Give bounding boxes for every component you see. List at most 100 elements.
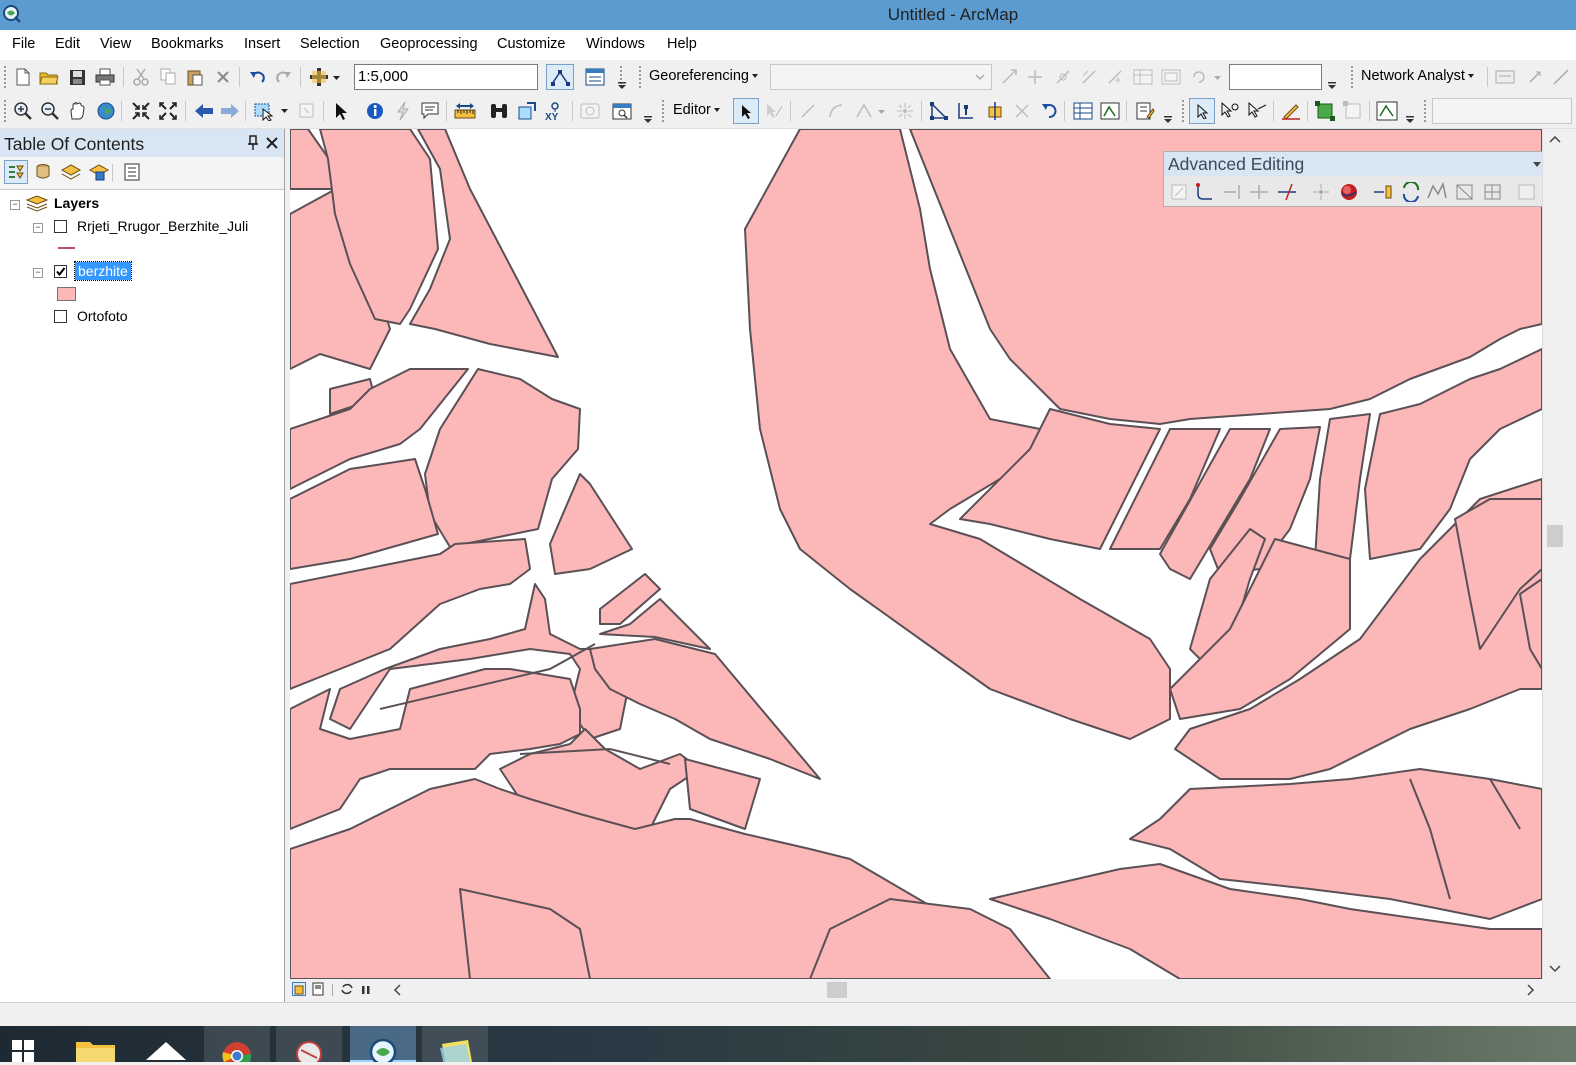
- align-edge-pencil-icon[interactable]: [1280, 100, 1302, 122]
- layer-visibility-checkbox[interactable]: [54, 220, 67, 233]
- new-document-icon[interactable]: [12, 66, 34, 88]
- explode-multipart-icon[interactable]: [1310, 181, 1332, 203]
- menu-file[interactable]: File: [12, 36, 35, 52]
- data-view-button-icon[interactable]: [292, 982, 306, 996]
- create-features-icon[interactable]: [1134, 100, 1156, 122]
- toolbar-grip[interactable]: [1351, 66, 1356, 88]
- collapse-layers-toggle[interactable]: −: [10, 200, 20, 210]
- straight-segment-icon[interactable]: [797, 100, 819, 122]
- list-by-selection-icon[interactable]: [88, 162, 110, 184]
- reshape-edge-icon[interactable]: [1246, 100, 1268, 122]
- clear-selection-icon[interactable]: [296, 100, 318, 122]
- html-popup-icon[interactable]: [419, 100, 441, 122]
- rotate-icon[interactable]: [998, 66, 1020, 88]
- undo-icon[interactable]: [246, 66, 268, 88]
- shift-icon[interactable]: [1024, 66, 1046, 88]
- find-route-icon[interactable]: [516, 100, 538, 122]
- auto-adjust-icon[interactable]: [1188, 66, 1224, 88]
- attributes-icon[interactable]: [1072, 100, 1094, 122]
- add-data-icon[interactable]: [306, 66, 342, 88]
- table-of-contents-icon[interactable]: [584, 66, 606, 88]
- georeferencing-input[interactable]: [1229, 64, 1322, 90]
- edit-tool-arrow-icon[interactable]: [733, 98, 759, 124]
- delete-icon[interactable]: [212, 66, 234, 88]
- toolbar-options-icon[interactable]: [1162, 114, 1174, 126]
- split-tool-icon[interactable]: [1011, 100, 1033, 122]
- toolbar-options-icon[interactable]: [642, 114, 654, 126]
- line-intersection-icon[interactable]: [1276, 181, 1298, 203]
- menu-geoprocessing[interactable]: Geoprocessing: [380, 36, 478, 52]
- view-link-table-icon[interactable]: [1132, 66, 1154, 88]
- chrome-taskbar-icon[interactable]: [204, 1026, 270, 1065]
- toc-options-icon[interactable]: [122, 162, 144, 184]
- menu-help[interactable]: Help: [667, 36, 697, 52]
- identify-icon[interactable]: [364, 100, 386, 122]
- cut-icon[interactable]: [130, 66, 152, 88]
- generalize-icon[interactable]: [1426, 181, 1448, 203]
- create-viewer-window-icon[interactable]: [612, 100, 634, 122]
- trim-tool-icon[interactable]: [1248, 181, 1270, 203]
- layers-root-label[interactable]: Layers: [54, 195, 99, 211]
- end-point-arc-icon[interactable]: [825, 100, 847, 122]
- layout-view-button-icon[interactable]: [312, 982, 326, 996]
- topology-errors-icon[interactable]: [1376, 100, 1398, 122]
- construction-tools-icon[interactable]: [853, 100, 889, 122]
- topology-edit-tool-icon[interactable]: [1189, 98, 1215, 124]
- scroll-up-arrow-icon[interactable]: [1549, 135, 1561, 143]
- select-elements-arrow-icon[interactable]: [330, 100, 352, 122]
- zoom-out-icon[interactable]: [39, 100, 61, 122]
- toolbar-grip[interactable]: [4, 100, 9, 122]
- sketch-properties-icon[interactable]: [1099, 100, 1121, 122]
- paste-icon[interactable]: [184, 66, 206, 88]
- move-network-location-icon[interactable]: [1550, 66, 1572, 88]
- pan-hand-icon[interactable]: [66, 100, 88, 122]
- select-link-icon[interactable]: [1078, 66, 1100, 88]
- scroll-down-arrow-icon[interactable]: [1549, 965, 1561, 973]
- close-panel-icon[interactable]: [265, 136, 279, 150]
- print-icon[interactable]: [94, 66, 116, 88]
- topology-combo[interactable]: [1432, 98, 1572, 124]
- replace-geometry-icon[interactable]: [1400, 181, 1422, 203]
- menu-bookmarks[interactable]: Bookmarks: [151, 36, 224, 52]
- smooth-icon[interactable]: [1454, 181, 1476, 203]
- map-scale-combo[interactable]: 1:5,000: [354, 64, 538, 90]
- start-button[interactable]: [0, 1026, 48, 1062]
- copy-features-tool-icon[interactable]: [1168, 181, 1190, 203]
- parcel[interactable]: [1314, 413, 1371, 560]
- pause-drawing-icon[interactable]: [361, 983, 371, 995]
- horizontal-scroll-thumb[interactable]: [827, 982, 847, 998]
- construct-geodetic-icon[interactable]: [1338, 181, 1360, 203]
- cut-polygons-icon[interactable]: [984, 100, 1006, 122]
- toolbar-options-icon[interactable]: [1326, 80, 1338, 92]
- open-folder-icon[interactable]: [38, 66, 60, 88]
- vertical-scroll-thumb[interactable]: [1547, 525, 1563, 547]
- line-symbol-swatch[interactable]: [58, 247, 75, 249]
- arccatalog-taskbar-icon[interactable]: [276, 1026, 342, 1065]
- map-topology-icon[interactable]: [1314, 100, 1336, 122]
- refresh-view-icon[interactable]: [340, 982, 354, 996]
- rectangle-split-icon[interactable]: [1482, 181, 1504, 203]
- parcel[interactable]: [549, 473, 633, 575]
- viewer-icon[interactable]: [1160, 66, 1182, 88]
- save-icon[interactable]: [66, 66, 88, 88]
- map-display[interactable]: .pa{fill:#fcb8b8;stroke:#5a5055;stroke-w…: [290, 129, 1542, 979]
- time-slider-icon[interactable]: [579, 100, 601, 122]
- go-back-arrow-icon[interactable]: [193, 100, 215, 122]
- measure-ruler-icon[interactable]: [454, 100, 476, 122]
- redo-icon[interactable]: [273, 66, 295, 88]
- editor-toolbar-toggle-icon[interactable]: [546, 64, 574, 90]
- network-dataset-icon[interactable]: [1494, 66, 1516, 88]
- menu-selection[interactable]: Selection: [300, 36, 360, 52]
- list-by-visibility-icon[interactable]: [60, 162, 82, 184]
- modify-edge-icon[interactable]: [1219, 100, 1241, 122]
- network-analyst-menu[interactable]: Network Analyst: [1361, 68, 1474, 84]
- go-forward-arrow-icon[interactable]: [219, 100, 241, 122]
- zoom-to-link-icon[interactable]: [1104, 66, 1126, 88]
- full-extent-globe-icon[interactable]: [95, 100, 117, 122]
- arcmap-taskbar-icon[interactable]: [350, 1026, 416, 1065]
- edit-annotation-tool-icon[interactable]: [763, 100, 785, 122]
- find-binoculars-icon[interactable]: [488, 100, 510, 122]
- scroll-left-arrow-icon[interactable]: [393, 984, 401, 996]
- create-features-from-layer-icon[interactable]: [1516, 181, 1538, 203]
- toolbar-grip[interactable]: [1424, 100, 1429, 122]
